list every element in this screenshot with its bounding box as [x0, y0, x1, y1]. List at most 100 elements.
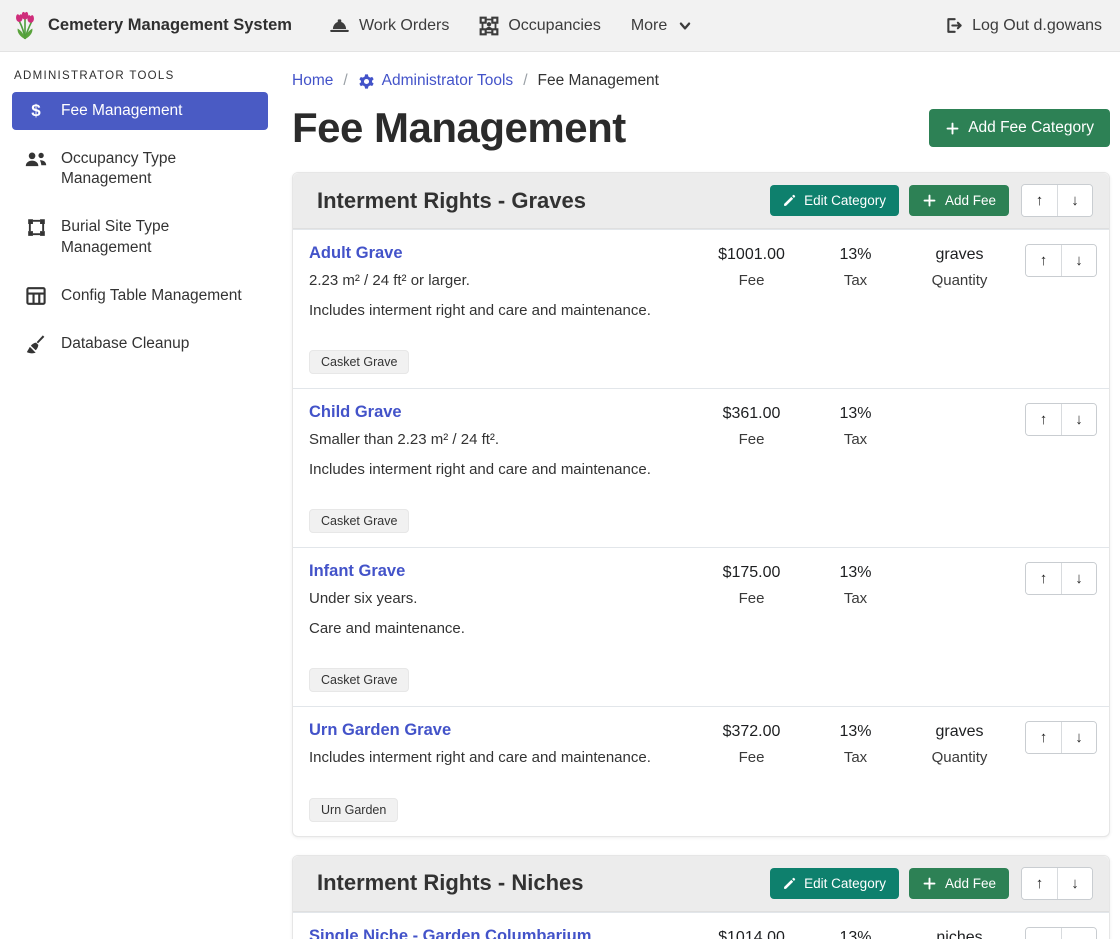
sidebar-item-config-table-management[interactable]: Config Table Management	[12, 277, 268, 315]
fee-tax-label: Tax	[804, 431, 907, 448]
fee-arrows: ↑↓	[1012, 721, 1097, 822]
breadcrumb-item-administrator-tools[interactable]: Administrator Tools	[358, 72, 514, 90]
category-header: Interment Rights - Niches Edit Category Ad…	[293, 856, 1109, 912]
add-fee-category-button[interactable]: Add Fee Category	[929, 109, 1110, 147]
plus-icon	[922, 193, 937, 208]
fee-type-badge: Urn Garden	[309, 798, 398, 822]
fee-arrows: ↑↓	[1012, 927, 1097, 939]
fee-amount-value: $372.00	[699, 723, 804, 741]
fee-description: Includes interment right and care and ma…	[309, 459, 693, 482]
fee-name-link[interactable]: Adult Grave	[309, 244, 403, 263]
table-icon	[24, 287, 48, 305]
add-fee-label: Add Fee	[945, 876, 996, 891]
app-brand[interactable]: Cemetery Management System	[12, 11, 292, 41]
fee-move-down-button[interactable]: ↓	[1061, 563, 1096, 594]
breadcrumb-item-home[interactable]: Home	[292, 72, 333, 90]
breadcrumb-item-fee-management: Fee Management	[538, 72, 660, 90]
sidebar-item-label: Database Cleanup	[61, 334, 189, 354]
category-move-down-button[interactable]: ↓	[1057, 185, 1092, 216]
breadcrumb-label: Administrator Tools	[382, 72, 514, 90]
fee-tax-value: 13%	[804, 723, 907, 741]
fee-description: Smaller than 2.23 m² / 24 ft².	[309, 429, 693, 452]
breadcrumb-label: Fee Management	[538, 72, 660, 90]
fee-quantity: nichesQuantity	[907, 927, 1012, 939]
fee-arrows: ↑↓	[1012, 562, 1097, 692]
nav-item-more[interactable]: More	[616, 9, 707, 43]
vector-square-icon	[24, 218, 48, 237]
edit-category-button[interactable]: Edit Category	[770, 868, 899, 899]
fee-amount-value: $361.00	[699, 405, 804, 423]
fee-name-link[interactable]: Child Grave	[309, 403, 402, 422]
fee-move-down-button[interactable]: ↓	[1061, 722, 1096, 753]
fee-tax-value: 13%	[804, 564, 907, 582]
fee-move-down-button[interactable]: ↓	[1061, 245, 1096, 276]
fee-move-up-button[interactable]: ↑	[1026, 245, 1061, 276]
category-header: Interment Rights - Graves Edit Category Ad…	[293, 173, 1109, 229]
fee-amount: $1014.00Fee	[699, 927, 804, 939]
nav-item-occupancies[interactable]: Occupancies	[464, 8, 616, 44]
fee-quantity: gravesQuantity	[907, 244, 1012, 374]
edit-category-button[interactable]: Edit Category	[770, 185, 899, 216]
app-title: Cemetery Management System	[48, 16, 292, 35]
fee-reorder-group: ↑↓	[1025, 562, 1097, 595]
fee-row-urn-garden-grave: Urn Garden Grave Includes interment right…	[293, 706, 1109, 836]
fee-description: Includes interment right and care and ma…	[309, 747, 693, 770]
category-move-up-button[interactable]: ↑	[1022, 185, 1057, 216]
category-move-up-button[interactable]: ↑	[1022, 868, 1057, 899]
pencil-icon	[783, 877, 796, 890]
category-title: Interment Rights - Niches	[317, 870, 762, 896]
breadcrumb-separator: /	[523, 72, 527, 90]
fee-row-adult-grave: Adult Grave 2.23 m² / 24 ft² or larger. In…	[293, 229, 1109, 388]
fee-move-up-button[interactable]: ↑	[1026, 722, 1061, 753]
fee-tax-value: 13%	[804, 246, 907, 264]
sidebar-item-database-cleanup[interactable]: Database Cleanup	[12, 325, 268, 364]
fee-quantity	[907, 562, 1012, 692]
fee-row-infant-grave: Infant GraveUnder six years.Care and mai…	[293, 547, 1109, 706]
fee-move-up-button[interactable]: ↑	[1026, 404, 1061, 435]
fee-arrows: ↑↓	[1012, 403, 1097, 533]
fee-tax-label: Tax	[804, 272, 907, 289]
sidebar-item-occupancy-type[interactable]: Occupancy Type Management	[12, 140, 268, 198]
fee-reorder-group: ↑↓	[1025, 721, 1097, 754]
fee-quantity-value: graves	[907, 723, 1012, 741]
sidebar-item-label: Occupancy Type Management	[61, 149, 176, 189]
navbar-items: Work OrdersOccupanciesMore	[314, 7, 707, 44]
fee-move-up-button[interactable]: ↑	[1026, 563, 1061, 594]
pencil-icon	[783, 194, 796, 207]
fee-description: 2.23 m² / 24 ft² or larger.	[309, 270, 693, 293]
hard-hat-icon	[329, 15, 350, 36]
fee-quantity-value: graves	[907, 246, 1012, 264]
fee-amount-value: $1014.00	[699, 929, 804, 939]
category-move-down-button[interactable]: ↓	[1057, 868, 1092, 899]
fee-name-link[interactable]: Infant Grave	[309, 562, 405, 581]
nav-item-work-orders[interactable]: Work Orders	[314, 7, 464, 44]
fee-move-down-button[interactable]: ↓	[1061, 928, 1096, 939]
fee-amount: $1001.00Fee	[699, 244, 804, 374]
fee-row-child-grave: Child Grave Smaller than 2.23 m² / 24 ft²…	[293, 388, 1109, 547]
plus-icon	[922, 876, 937, 891]
add-fee-button[interactable]: Add Fee	[909, 868, 1009, 899]
breadcrumb-separator: /	[343, 72, 347, 90]
fee-move-down-button[interactable]: ↓	[1061, 404, 1096, 435]
add-fee-button[interactable]: Add Fee	[909, 185, 1009, 216]
sidebar: ADMINISTRATOR TOOLS $Fee ManagementOccup…	[0, 52, 280, 939]
sidebar-item-label: Config Table Management	[61, 286, 242, 306]
fee-amount-value: $1001.00	[699, 246, 804, 264]
fee-description: Includes interment right and care and ma…	[309, 300, 693, 323]
fee-tax-value: 13%	[804, 929, 907, 939]
fee-type-badge: Casket Grave	[309, 668, 409, 692]
fee-name-link[interactable]: Single Niche - Garden Columbarium	[309, 927, 591, 939]
fee-name-link[interactable]: Urn Garden Grave	[309, 721, 451, 740]
fee-main: Infant GraveUnder six years.Care and mai…	[309, 562, 699, 692]
logout-label: Log Out d.gowans	[972, 17, 1102, 35]
sidebar-item-burial-site-type[interactable]: Burial Site Type Management	[12, 208, 268, 266]
category-title: Interment Rights - Graves	[317, 188, 762, 214]
logout-button[interactable]: Log Out d.gowans	[944, 16, 1102, 35]
chevron-down-icon	[678, 19, 692, 33]
fee-tax-label: Tax	[804, 590, 907, 607]
fee-amount: $372.00Fee	[699, 721, 804, 822]
sidebar-item-fee-management[interactable]: $Fee Management	[12, 92, 268, 130]
fee-main: Child Grave Smaller than 2.23 m² / 24 ft²…	[309, 403, 699, 533]
sign-out-icon	[944, 16, 963, 35]
fee-move-up-button[interactable]: ↑	[1026, 928, 1061, 939]
